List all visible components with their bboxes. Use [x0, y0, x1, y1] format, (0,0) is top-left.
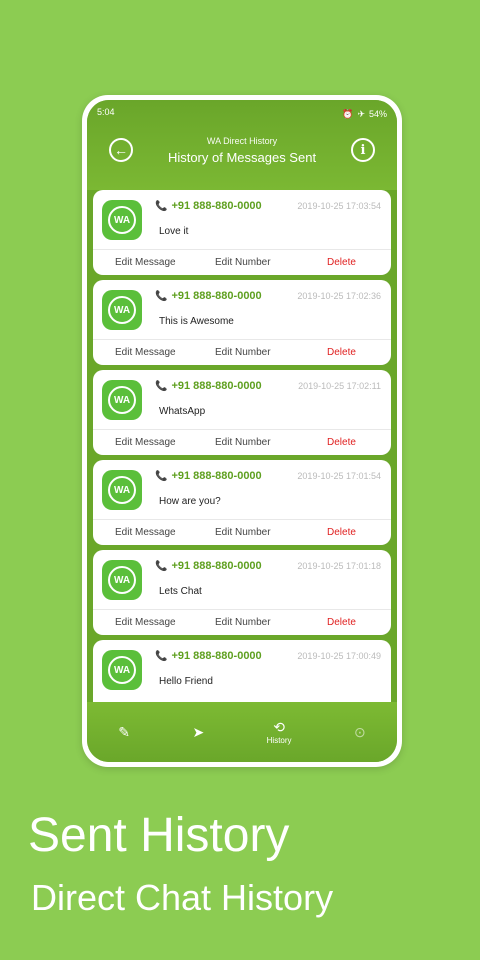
message-list[interactable]: WA 📞 +91 888-880-0000 2019-10-25 17:03:5…: [87, 190, 397, 702]
whatsapp-logo-icon: WA: [102, 200, 142, 240]
phone-icon: 📞: [155, 290, 168, 302]
logo-text: WA: [108, 386, 136, 414]
promo-subtitle: Direct Chat History: [31, 877, 334, 918]
message-text: Love it: [159, 226, 189, 237]
edit-message-button[interactable]: Edit Message: [115, 527, 176, 538]
message-timestamp: 2019-10-25 17:02:11: [298, 381, 381, 391]
phone-number-row: 📞 +91 888-880-0000: [155, 200, 262, 212]
message-timestamp: 2019-10-25 17:01:54: [297, 471, 381, 481]
edit-number-button[interactable]: Edit Number: [215, 257, 271, 268]
delete-button[interactable]: Delete: [327, 617, 356, 628]
nav-settings[interactable]: ⊙: [354, 725, 366, 739]
nav-history-label: History: [266, 735, 292, 745]
status-bar: 5:04 ⏰ ✈ 54%: [97, 107, 387, 121]
phone-number: +91 888-880-0000: [171, 470, 262, 482]
card-actions: Edit Message Edit Number Delete: [93, 249, 391, 275]
header-subtitle: WA Direct History: [206, 136, 278, 146]
message-text: WhatsApp: [159, 406, 206, 417]
edit-message-button[interactable]: Edit Message: [115, 347, 176, 358]
message-text: How are you?: [159, 496, 221, 507]
history-icon: ⟲: [273, 718, 285, 735]
phone-number-row: 📞 +91 888-880-0000: [155, 470, 262, 482]
bottom-nav: ✎ ➤ ⟲ History ⊙: [87, 702, 397, 762]
nav-history[interactable]: ⟲ History: [267, 720, 292, 745]
nav-send[interactable]: ➤: [192, 725, 204, 739]
phone-icon: 📞: [155, 560, 168, 572]
message-card: WA 📞 +91 888-880-0000 2019-10-25 17:02:1…: [93, 370, 391, 455]
phone-icon: 📞: [155, 380, 168, 392]
card-actions: Edit Message Edit Number Delete: [93, 519, 391, 545]
message-text: This is Awesome: [159, 316, 234, 327]
message-card: WA 📞 +91 888-880-0000 2019-10-25 17:01:1…: [93, 550, 391, 635]
message-text: Lets Chat: [159, 586, 202, 597]
phone-number: +91 888-880-0000: [171, 650, 262, 662]
logo-text: WA: [108, 296, 136, 324]
phone-frame: 5:04 ⏰ ✈ 54% ← WA Direct History History…: [82, 95, 402, 767]
edit-number-button[interactable]: Edit Number: [215, 617, 271, 628]
message-card: WA 📞 +91 888-880-0000 2019-10-25 17:03:5…: [93, 190, 391, 275]
delete-button[interactable]: Delete: [327, 437, 356, 448]
settings-icon: ⊙: [354, 724, 366, 740]
info-icon: i: [360, 142, 366, 158]
message-timestamp: 2019-10-25 17:01:18: [297, 561, 381, 571]
message-timestamp: 2019-10-25 17:03:54: [297, 201, 381, 211]
promo-title: Sent History: [28, 809, 290, 862]
message-card: WA 📞 +91 888-880-0000 2019-10-25 17:00:4…: [93, 640, 391, 702]
logo-text: WA: [108, 476, 136, 504]
info-button[interactable]: i: [351, 138, 375, 162]
phone-number: +91 888-880-0000: [171, 290, 262, 302]
nav-edit[interactable]: ✎: [118, 725, 130, 739]
app-header: 5:04 ⏰ ✈ 54% ← WA Direct History History…: [87, 100, 397, 190]
phone-icon: 📞: [155, 200, 168, 212]
edit-number-button[interactable]: Edit Number: [215, 347, 271, 358]
message-card: WA 📞 +91 888-880-0000 2019-10-25 17:02:3…: [93, 280, 391, 365]
app-screen: 5:04 ⏰ ✈ 54% ← WA Direct History History…: [87, 100, 397, 762]
edit-message-button[interactable]: Edit Message: [115, 257, 176, 268]
edit-number-button[interactable]: Edit Number: [215, 437, 271, 448]
edit-message-button[interactable]: Edit Message: [115, 437, 176, 448]
phone-number-row: 📞 +91 888-880-0000: [155, 560, 262, 572]
phone-number: +91 888-880-0000: [171, 200, 262, 212]
alarm-icon: ⏰: [342, 108, 354, 119]
whatsapp-logo-icon: WA: [102, 650, 142, 690]
logo-text: WA: [108, 566, 136, 594]
message-timestamp: 2019-10-25 17:00:49: [297, 651, 381, 661]
card-actions: Edit Message Edit Number Delete: [93, 429, 391, 455]
phone-icon: 📞: [155, 650, 168, 662]
card-actions: Edit Message Edit Number Delete: [93, 609, 391, 635]
message-timestamp: 2019-10-25 17:02:36: [297, 291, 381, 301]
phone-number-row: 📞 +91 888-880-0000: [155, 380, 262, 392]
message-text: Hello Friend: [159, 676, 213, 687]
airplane-icon: ✈: [357, 108, 365, 119]
logo-text: WA: [108, 206, 136, 234]
delete-button[interactable]: Delete: [327, 257, 356, 268]
battery-level: 54%: [368, 109, 387, 119]
message-card: WA 📞 +91 888-880-0000 2019-10-25 17:01:5…: [93, 460, 391, 545]
phone-number-row: 📞 +91 888-880-0000: [155, 650, 262, 662]
delete-button[interactable]: Delete: [327, 527, 356, 538]
delete-button[interactable]: Delete: [327, 347, 356, 358]
edit-message-button[interactable]: Edit Message: [115, 617, 176, 628]
whatsapp-logo-icon: WA: [102, 380, 142, 420]
phone-icon: 📞: [155, 470, 168, 482]
status-time: 5:04: [97, 107, 115, 117]
send-icon: ➤: [192, 724, 205, 740]
whatsapp-logo-icon: WA: [102, 470, 142, 510]
whatsapp-logo-icon: WA: [102, 560, 142, 600]
phone-number: +91 888-880-0000: [171, 380, 262, 392]
pencil-icon: ✎: [118, 724, 130, 740]
card-actions: Edit Message Edit Number Delete: [93, 339, 391, 365]
phone-number-row: 📞 +91 888-880-0000: [155, 290, 262, 302]
phone-number: +91 888-880-0000: [171, 560, 262, 572]
edit-number-button[interactable]: Edit Number: [215, 527, 271, 538]
logo-text: WA: [108, 656, 136, 684]
whatsapp-logo-icon: WA: [102, 290, 142, 330]
